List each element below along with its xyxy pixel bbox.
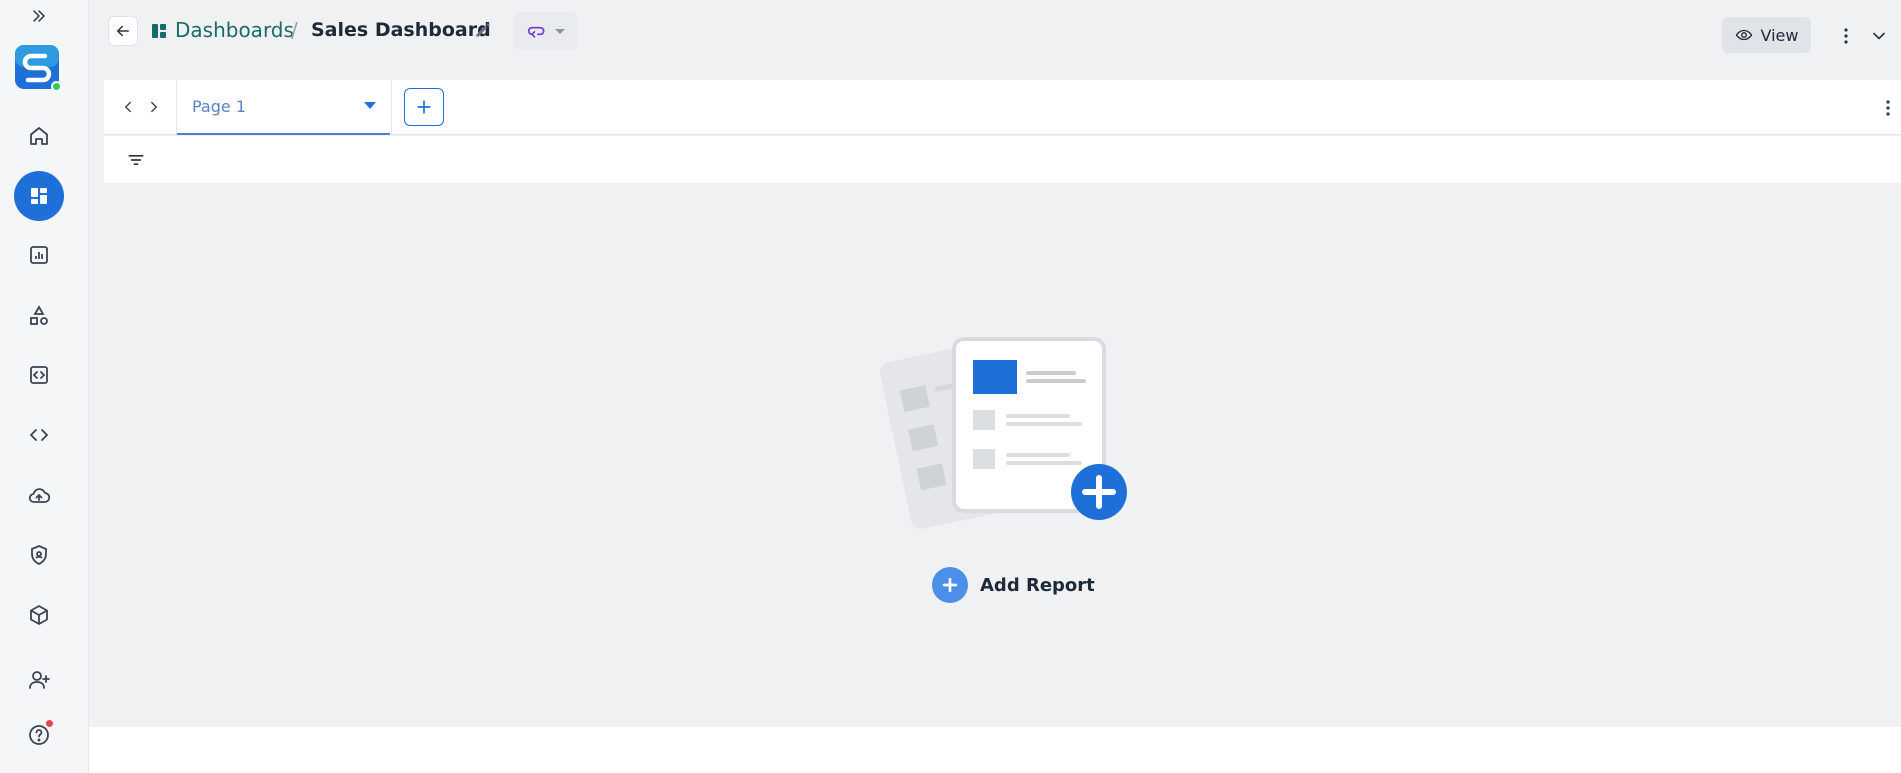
- tab-page-1[interactable]: Page 1: [177, 80, 390, 135]
- add-report-label: Add Report: [980, 574, 1095, 596]
- sidebar-item-help[interactable]: [14, 710, 64, 760]
- expand-sidebar-icon[interactable]: [27, 4, 51, 28]
- breadcrumb-dashboards[interactable]: Dashboards: [175, 18, 294, 42]
- code-icon: [29, 429, 49, 441]
- page-title: Sales Dashboard: [311, 19, 491, 41]
- reports-icon: [30, 246, 48, 264]
- prev-page-icon[interactable]: [118, 96, 138, 118]
- pencil-icon[interactable]: [473, 20, 493, 40]
- plus-icon: [417, 100, 431, 114]
- notification-dot: [46, 720, 53, 727]
- dashboard-icon: [152, 24, 166, 38]
- sidebar-item-embed[interactable]: [14, 350, 64, 400]
- view-button[interactable]: View: [1722, 17, 1811, 53]
- chevron-down-icon[interactable]: [1869, 26, 1889, 46]
- dashboard-icon: [31, 188, 47, 204]
- arrow-left-icon: [116, 25, 129, 37]
- workflow-dropdown-button[interactable]: [514, 12, 578, 50]
- more-options-icon[interactable]: [1881, 96, 1895, 120]
- add-report-button[interactable]: Add Report: [932, 567, 1095, 603]
- sidebar-item-shapes[interactable]: [14, 291, 64, 341]
- package-icon: [30, 605, 48, 625]
- sidebar-item-upload[interactable]: [14, 471, 64, 521]
- page-tabs-bar: Page 1: [104, 80, 1901, 135]
- footer-area: [89, 727, 1901, 773]
- sidebar-item-dashboards[interactable]: [14, 171, 64, 221]
- next-page-icon[interactable]: [144, 96, 164, 118]
- add-page-button[interactable]: [404, 88, 444, 126]
- tab-divider: [391, 80, 392, 135]
- sidebar-item-packages[interactable]: [14, 590, 64, 640]
- sidebar-item-add-user[interactable]: [14, 655, 64, 705]
- app-logo[interactable]: [14, 44, 62, 92]
- eye-icon: [1735, 29, 1752, 41]
- sidebar: [0, 0, 89, 773]
- caret-down-icon: [555, 28, 565, 34]
- sidebar-item-code[interactable]: [14, 410, 64, 460]
- shapes-icon: [30, 305, 48, 325]
- breadcrumb-separator: /: [291, 18, 298, 42]
- add-circle-icon: [932, 567, 968, 603]
- page-tab-label: Page 1: [192, 97, 246, 116]
- home-icon: [30, 127, 48, 145]
- cloud-upload-icon: [28, 488, 51, 503]
- sidebar-item-home[interactable]: [14, 111, 64, 161]
- filter-icon[interactable]: [126, 150, 146, 170]
- empty-report-illustration: [879, 337, 1127, 529]
- caret-down-icon[interactable]: [364, 102, 376, 109]
- filter-bar: [104, 136, 1901, 183]
- view-button-label: View: [1760, 25, 1799, 45]
- sidebar-item-reports[interactable]: [14, 230, 64, 280]
- back-button[interactable]: [108, 16, 138, 46]
- workflow-icon: [527, 26, 545, 38]
- online-status-dot: [51, 81, 62, 92]
- sidebar-item-security[interactable]: [14, 530, 64, 580]
- add-user-icon: [29, 671, 50, 689]
- security-icon: [31, 545, 47, 566]
- embed-icon: [30, 366, 48, 384]
- more-options-icon[interactable]: [1836, 24, 1856, 48]
- dashboard-canvas: Add Report: [104, 183, 1901, 727]
- header: Dashboards / Sales Dashboard View: [89, 0, 1901, 64]
